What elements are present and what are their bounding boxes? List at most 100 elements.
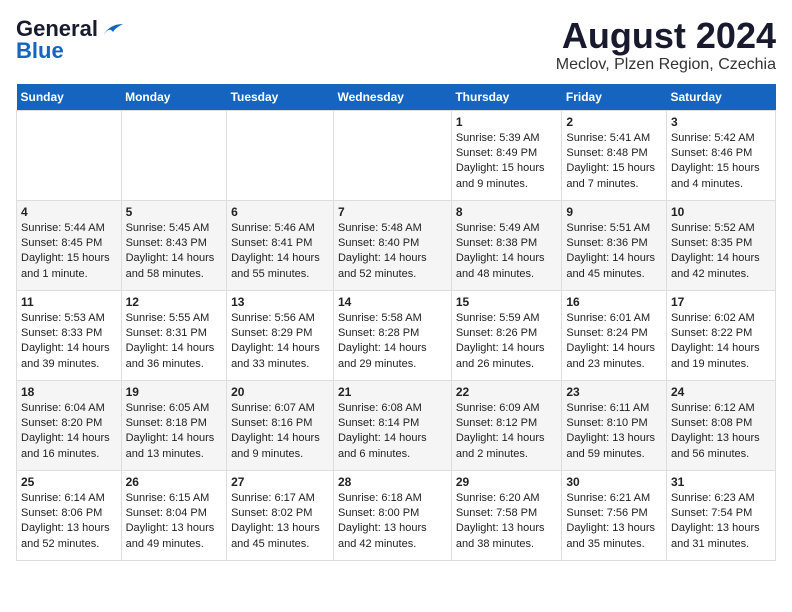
- cell-content: Sunrise: 5:44 AM Sunset: 8:45 PM Dayligh…: [21, 221, 117, 283]
- calendar-table: SundayMondayTuesdayWednesdayThursdayFrid…: [16, 84, 776, 561]
- cell-content: Sunrise: 5:48 AM Sunset: 8:40 PM Dayligh…: [338, 221, 447, 283]
- week-row-2: 4 Sunrise: 5:44 AM Sunset: 8:45 PM Daylig…: [17, 200, 776, 290]
- calendar-cell: 11 Sunrise: 5:53 AM Sunset: 8:33 PM Dayli…: [17, 290, 122, 380]
- calendar-cell: 22 Sunrise: 6:09 AM Sunset: 8:12 PM Dayli…: [451, 380, 562, 470]
- cell-content: Sunrise: 6:02 AM Sunset: 8:22 PM Dayligh…: [671, 311, 771, 373]
- day-number: 24: [671, 385, 771, 399]
- calendar-cell: [333, 110, 451, 200]
- day-number: 26: [126, 475, 222, 489]
- day-number: 14: [338, 295, 447, 309]
- calendar-cell: 14 Sunrise: 5:58 AM Sunset: 8:28 PM Dayli…: [333, 290, 451, 380]
- calendar-cell: 5 Sunrise: 5:45 AM Sunset: 8:43 PM Daylig…: [121, 200, 226, 290]
- weekday-header-thursday: Thursday: [451, 84, 562, 111]
- calendar-cell: 13 Sunrise: 5:56 AM Sunset: 8:29 PM Dayli…: [227, 290, 334, 380]
- calendar-cell: 27 Sunrise: 6:17 AM Sunset: 8:02 PM Dayli…: [227, 470, 334, 560]
- cell-content: Sunrise: 5:52 AM Sunset: 8:35 PM Dayligh…: [671, 221, 771, 283]
- header: General Blue August 2024 Meclov, Plzen R…: [16, 16, 776, 74]
- weekday-header-saturday: Saturday: [666, 84, 775, 111]
- cell-content: Sunrise: 6:17 AM Sunset: 8:02 PM Dayligh…: [231, 491, 329, 553]
- cell-content: Sunrise: 5:49 AM Sunset: 8:38 PM Dayligh…: [456, 221, 558, 283]
- calendar-cell: 9 Sunrise: 5:51 AM Sunset: 8:36 PM Daylig…: [562, 200, 667, 290]
- cell-content: Sunrise: 5:51 AM Sunset: 8:36 PM Dayligh…: [566, 221, 662, 283]
- calendar-cell: [121, 110, 226, 200]
- weekday-header-row: SundayMondayTuesdayWednesdayThursdayFrid…: [17, 84, 776, 111]
- week-row-4: 18 Sunrise: 6:04 AM Sunset: 8:20 PM Dayli…: [17, 380, 776, 470]
- page-subtitle: Meclov, Plzen Region, Czechia: [556, 56, 776, 74]
- cell-content: Sunrise: 6:11 AM Sunset: 8:10 PM Dayligh…: [566, 401, 662, 463]
- week-row-3: 11 Sunrise: 5:53 AM Sunset: 8:33 PM Dayli…: [17, 290, 776, 380]
- logo-blue: Blue: [16, 38, 64, 64]
- weekday-header-sunday: Sunday: [17, 84, 122, 111]
- week-row-5: 25Sunrise: 6:14 AM Sunset: 8:06 PM Dayli…: [17, 470, 776, 560]
- calendar-cell: 23 Sunrise: 6:11 AM Sunset: 8:10 PM Dayli…: [562, 380, 667, 470]
- weekday-header-wednesday: Wednesday: [333, 84, 451, 111]
- cell-content: Sunrise: 6:05 AM Sunset: 8:18 PM Dayligh…: [126, 401, 222, 463]
- calendar-cell: 2Sunrise: 5:41 AM Sunset: 8:48 PM Daylig…: [562, 110, 667, 200]
- day-number: 1: [456, 115, 558, 129]
- cell-content: Sunrise: 6:21 AM Sunset: 7:56 PM Dayligh…: [566, 491, 662, 553]
- calendar-cell: 21 Sunrise: 6:08 AM Sunset: 8:14 PM Dayli…: [333, 380, 451, 470]
- calendar-cell: 19 Sunrise: 6:05 AM Sunset: 8:18 PM Dayli…: [121, 380, 226, 470]
- calendar-cell: 7 Sunrise: 5:48 AM Sunset: 8:40 PM Daylig…: [333, 200, 451, 290]
- day-number: 17: [671, 295, 771, 309]
- calendar-cell: 28Sunrise: 6:18 AM Sunset: 8:00 PM Dayli…: [333, 470, 451, 560]
- day-number: 28: [338, 475, 447, 489]
- day-number: 21: [338, 385, 447, 399]
- calendar-cell: 3 Sunrise: 5:42 AM Sunset: 8:46 PM Daylig…: [666, 110, 775, 200]
- day-number: 31: [671, 475, 771, 489]
- cell-content: Sunrise: 6:07 AM Sunset: 8:16 PM Dayligh…: [231, 401, 329, 463]
- day-number: 19: [126, 385, 222, 399]
- cell-content: Sunrise: 5:55 AM Sunset: 8:31 PM Dayligh…: [126, 311, 222, 373]
- calendar-cell: 10Sunrise: 5:52 AM Sunset: 8:35 PM Dayli…: [666, 200, 775, 290]
- calendar-cell: 4 Sunrise: 5:44 AM Sunset: 8:45 PM Daylig…: [17, 200, 122, 290]
- day-number: 29: [456, 475, 558, 489]
- calendar-cell: 6 Sunrise: 5:46 AM Sunset: 8:41 PM Daylig…: [227, 200, 334, 290]
- cell-content: Sunrise: 6:08 AM Sunset: 8:14 PM Dayligh…: [338, 401, 447, 463]
- calendar-cell: 1Sunrise: 5:39 AM Sunset: 8:49 PM Daylig…: [451, 110, 562, 200]
- cell-content: Sunrise: 5:41 AM Sunset: 8:48 PM Dayligh…: [566, 131, 662, 193]
- day-number: 3: [671, 115, 771, 129]
- day-number: 11: [21, 295, 117, 309]
- day-number: 12: [126, 295, 222, 309]
- calendar-cell: 31 Sunrise: 6:23 AM Sunset: 7:54 PM Dayli…: [666, 470, 775, 560]
- weekday-header-tuesday: Tuesday: [227, 84, 334, 111]
- cell-content: Sunrise: 5:58 AM Sunset: 8:28 PM Dayligh…: [338, 311, 447, 373]
- cell-content: Sunrise: 5:42 AM Sunset: 8:46 PM Dayligh…: [671, 131, 771, 193]
- day-number: 27: [231, 475, 329, 489]
- cell-content: Sunrise: 6:23 AM Sunset: 7:54 PM Dayligh…: [671, 491, 771, 553]
- cell-content: Sunrise: 6:20 AM Sunset: 7:58 PM Dayligh…: [456, 491, 558, 553]
- cell-content: Sunrise: 6:01 AM Sunset: 8:24 PM Dayligh…: [566, 311, 662, 373]
- calendar-cell: 15Sunrise: 5:59 AM Sunset: 8:26 PM Dayli…: [451, 290, 562, 380]
- day-number: 13: [231, 295, 329, 309]
- cell-content: Sunrise: 6:09 AM Sunset: 8:12 PM Dayligh…: [456, 401, 558, 463]
- calendar-cell: 25Sunrise: 6:14 AM Sunset: 8:06 PM Dayli…: [17, 470, 122, 560]
- day-number: 22: [456, 385, 558, 399]
- day-number: 23: [566, 385, 662, 399]
- calendar-cell: 29 Sunrise: 6:20 AM Sunset: 7:58 PM Dayli…: [451, 470, 562, 560]
- day-number: 9: [566, 205, 662, 219]
- day-number: 7: [338, 205, 447, 219]
- weekday-header-friday: Friday: [562, 84, 667, 111]
- cell-content: Sunrise: 5:56 AM Sunset: 8:29 PM Dayligh…: [231, 311, 329, 373]
- day-number: 8: [456, 205, 558, 219]
- cell-content: Sunrise: 5:53 AM Sunset: 8:33 PM Dayligh…: [21, 311, 117, 373]
- day-number: 5: [126, 205, 222, 219]
- calendar-cell: 8 Sunrise: 5:49 AM Sunset: 8:38 PM Daylig…: [451, 200, 562, 290]
- calendar-cell: 30 Sunrise: 6:21 AM Sunset: 7:56 PM Dayli…: [562, 470, 667, 560]
- title-area: August 2024 Meclov, Plzen Region, Czechi…: [556, 16, 776, 74]
- cell-content: Sunrise: 6:12 AM Sunset: 8:08 PM Dayligh…: [671, 401, 771, 463]
- week-row-1: 1Sunrise: 5:39 AM Sunset: 8:49 PM Daylig…: [17, 110, 776, 200]
- cell-content: Sunrise: 5:46 AM Sunset: 8:41 PM Dayligh…: [231, 221, 329, 283]
- calendar-cell: 12 Sunrise: 5:55 AM Sunset: 8:31 PM Dayli…: [121, 290, 226, 380]
- cell-content: Sunrise: 5:59 AM Sunset: 8:26 PM Dayligh…: [456, 311, 558, 373]
- cell-content: Sunrise: 6:15 AM Sunset: 8:04 PM Dayligh…: [126, 491, 222, 553]
- day-number: 6: [231, 205, 329, 219]
- day-number: 4: [21, 205, 117, 219]
- day-number: 30: [566, 475, 662, 489]
- calendar-cell: [227, 110, 334, 200]
- cell-content: Sunrise: 6:14 AM Sunset: 8:06 PM Dayligh…: [21, 491, 117, 553]
- cell-content: Sunrise: 6:04 AM Sunset: 8:20 PM Dayligh…: [21, 401, 117, 463]
- day-number: 18: [21, 385, 117, 399]
- cell-content: Sunrise: 5:45 AM Sunset: 8:43 PM Dayligh…: [126, 221, 222, 283]
- calendar-cell: [17, 110, 122, 200]
